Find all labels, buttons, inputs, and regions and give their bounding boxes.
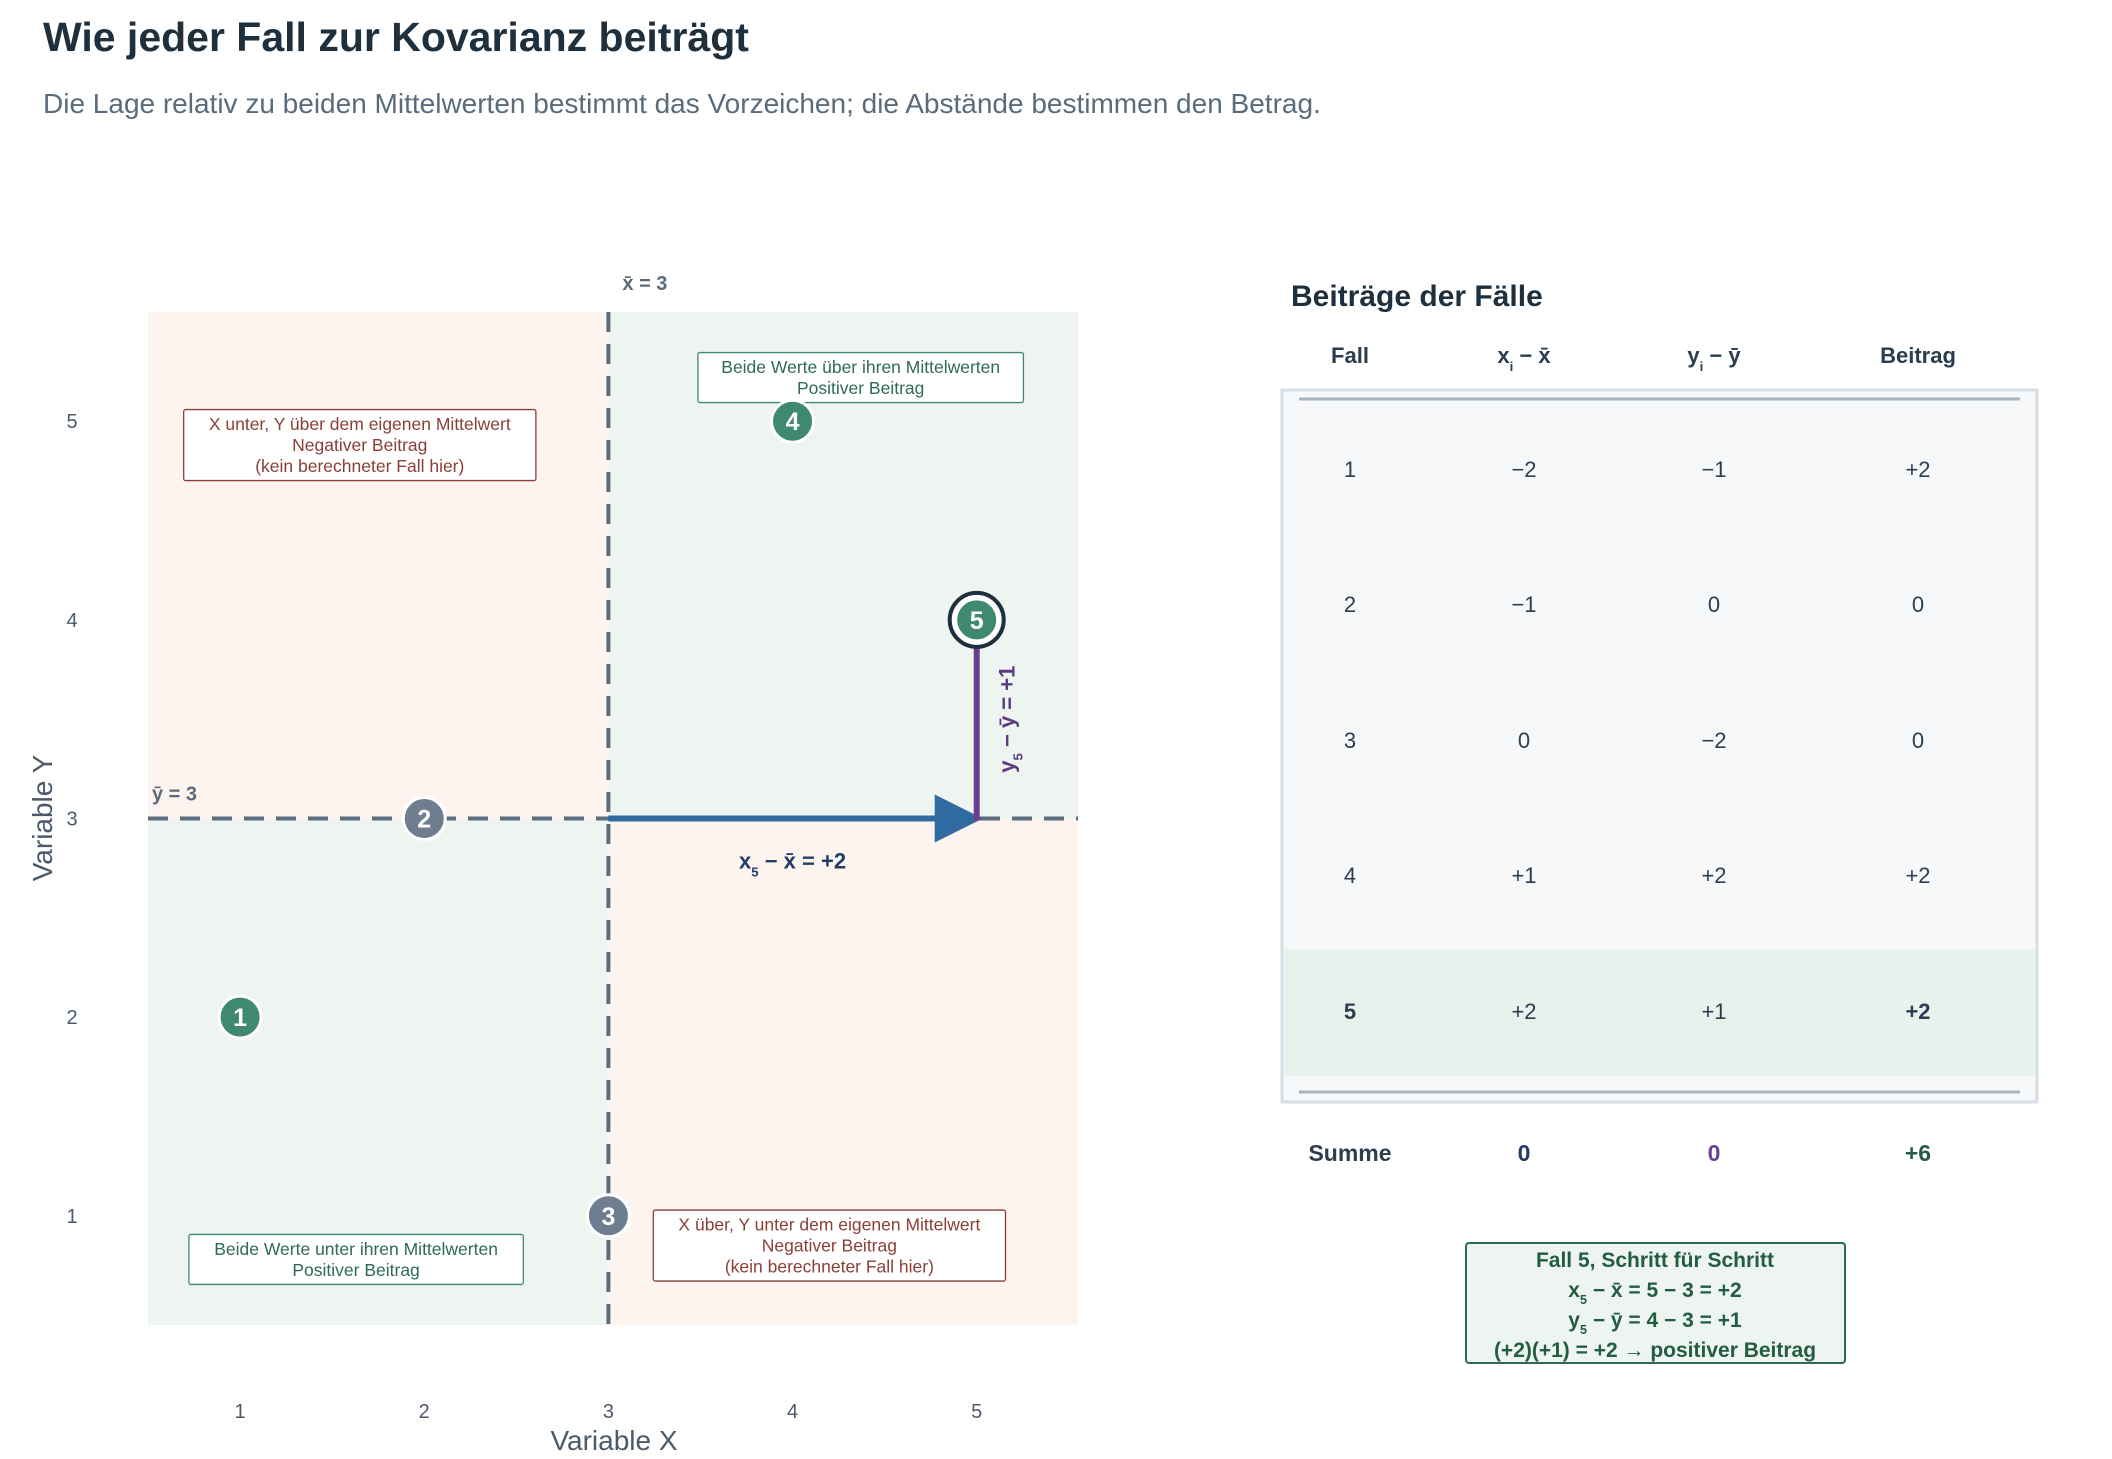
- x-axis-label: Variable X: [550, 1425, 677, 1456]
- table-cell-dy: +2: [1701, 863, 1726, 888]
- table-cell-dy: −2: [1701, 728, 1726, 753]
- scatter-plot: Beide Werte über ihren MittelwertenPosit…: [27, 273, 1078, 1456]
- quadrant-note-top-left: X unter, Y über dem eigenen MittelwertNe…: [183, 408, 537, 482]
- step-box: Fall 5, Schritt für Schrittx5 − x̄ = 5 −…: [1465, 1242, 1846, 1364]
- sum-label: Summe: [1308, 1140, 1391, 1166]
- x-tick-label: 2: [419, 1401, 430, 1423]
- table-header: yi − ȳ: [1687, 343, 1741, 374]
- table-cell-dx: −1: [1511, 592, 1536, 617]
- quadrant-note-line: Positiver Beitrag: [292, 1260, 419, 1280]
- y-tick-label: 4: [66, 610, 77, 632]
- x-tick-label: 1: [235, 1401, 246, 1423]
- mean-y-label: ȳ = 3: [152, 784, 197, 806]
- table-cell-dx: +1: [1511, 863, 1536, 888]
- point-label: 5: [970, 607, 984, 635]
- point-case-2: 2: [401, 796, 447, 841]
- table-cell-beitrag: +2: [1905, 863, 1930, 888]
- sum-dy: 0: [1708, 1140, 1721, 1166]
- point-case-1: 1: [217, 994, 263, 1040]
- table-sum-row: Summe 0 0 +6: [1308, 1140, 1931, 1166]
- quadrant-note-line: Beide Werte unter ihren Mittelwerten: [214, 1239, 498, 1259]
- quadrant-note-line: X unter, Y über dem eigenen Mittelwert: [209, 414, 511, 434]
- point-case-4: 4: [770, 398, 816, 444]
- quadrant-note-line: (kein berechneter Fall hier): [725, 1256, 934, 1276]
- y-tick-label: 2: [66, 1007, 77, 1029]
- point-case-5: 5: [947, 590, 1006, 649]
- table-row: 5 +2 +1 +2: [1284, 949, 2035, 1076]
- table-header: xi − x̄: [1497, 343, 1551, 374]
- x-tick-label: 4: [787, 1401, 798, 1423]
- y-tick-label: 5: [66, 411, 77, 433]
- mean-x-label: x̄ = 3: [622, 273, 667, 295]
- quadrant-note-line: X über, Y unter dem eigenen Mittelwert: [678, 1214, 980, 1234]
- quadrant-note-line: Positiver Beitrag: [797, 378, 924, 398]
- table-cell-dx: 0: [1518, 728, 1530, 753]
- covariance-figure: Beide Werte über ihren MittelwertenPosit…: [27, 273, 2039, 1456]
- y-tick-label: 1: [66, 1206, 77, 1228]
- table-cell-dy: 0: [1708, 592, 1720, 617]
- point-label: 4: [786, 408, 800, 436]
- point-label: 1: [233, 1004, 247, 1032]
- table-header: Fall: [1331, 343, 1369, 368]
- table-header: Beitrag: [1880, 343, 1956, 368]
- table-cell-fall: 3: [1344, 728, 1356, 753]
- table-cell-beitrag: 0: [1912, 728, 1924, 753]
- table-cell-dy: −1: [1701, 457, 1726, 482]
- y-tick-label: 3: [66, 809, 77, 831]
- table-cell-fall: 2: [1344, 592, 1356, 617]
- quadrant-note-line: Negativer Beitrag: [762, 1235, 897, 1255]
- table-cell-beitrag: +2: [1905, 999, 1930, 1024]
- point-label: 3: [601, 1203, 615, 1231]
- quadrant-top-left: [148, 312, 609, 819]
- quadrant-note-bottom-left: Beide Werte unter ihren MittelwertenPosi…: [188, 1233, 524, 1286]
- table-cell-fall: 1: [1344, 457, 1356, 482]
- quadrant-note-line: (kein berechneter Fall hier): [255, 456, 464, 476]
- point-case-3: 3: [585, 1193, 631, 1239]
- table-cell-beitrag: +2: [1905, 457, 1930, 482]
- step-box-title: Fall 5, Schritt für Schritt: [1536, 1249, 1774, 1272]
- sum-dx: 0: [1518, 1140, 1531, 1166]
- quadrant-note-top-right: Beide Werte über ihren MittelwertenPosit…: [697, 351, 1025, 404]
- table-cell-dy: +1: [1701, 999, 1726, 1024]
- table-cell-beitrag: 0: [1912, 592, 1924, 617]
- table-cell-fall: 5: [1344, 999, 1356, 1024]
- y-axis-label: Variable Y: [27, 754, 58, 881]
- quadrant-note-line: Negativer Beitrag: [292, 435, 427, 455]
- table-title: Beiträge der Fälle: [1291, 280, 1543, 313]
- sum-beitrag: +6: [1905, 1140, 1931, 1166]
- quadrant-note-line: Beide Werte über ihren Mittelwerten: [721, 357, 1000, 377]
- point-label: 2: [417, 806, 431, 834]
- x-tick-label: 5: [971, 1401, 982, 1423]
- x-tick-label: 3: [603, 1401, 614, 1423]
- step-box-line3: (+2)(+1) = +2 → positiver Beitrag: [1494, 1339, 1816, 1362]
- contribution-table: Beiträge der Fälle Fall xi − x̄ yi − ȳ Beitr…: [1280, 280, 2039, 1364]
- table-cell-dx: +2: [1511, 999, 1536, 1024]
- quadrant-note-bottom-right: X über, Y unter dem eigenen MittelwertNe…: [652, 1209, 1007, 1282]
- table-cell-dx: −2: [1511, 457, 1536, 482]
- table-cell-fall: 4: [1344, 863, 1356, 888]
